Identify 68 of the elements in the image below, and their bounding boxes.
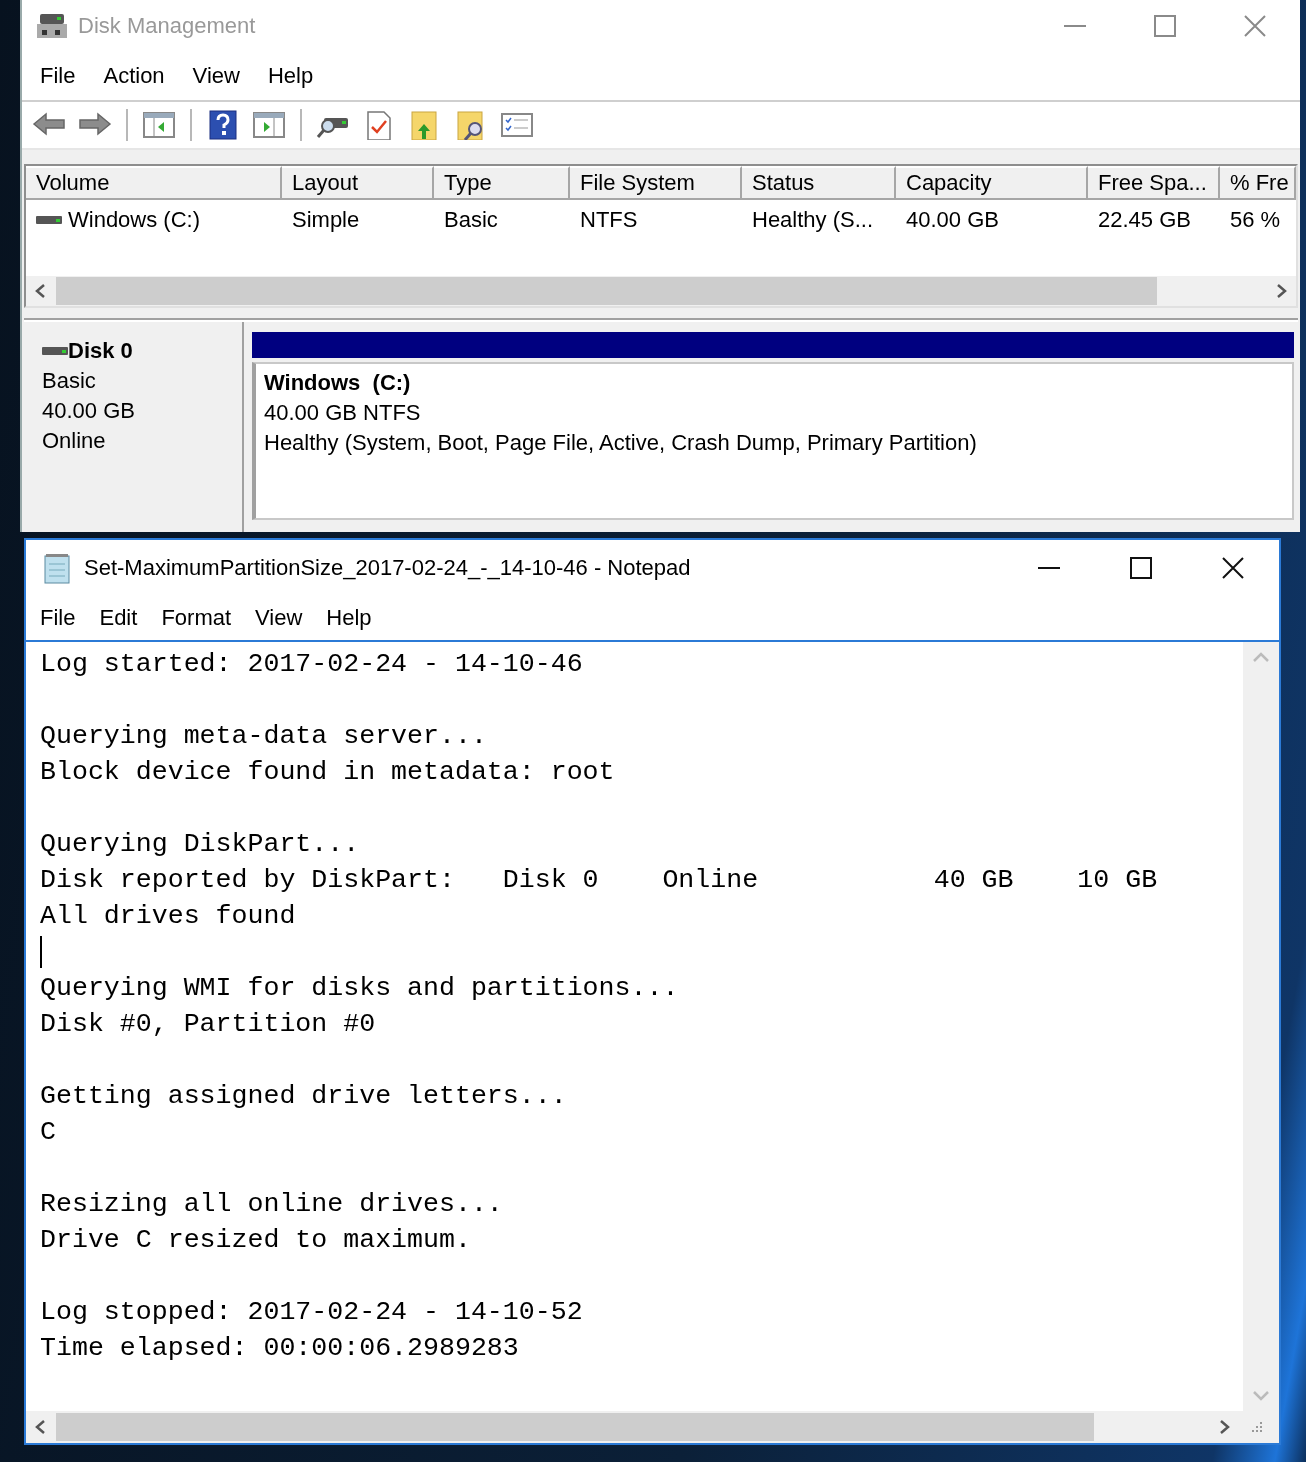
log-line: Time elapsed: 00:00:06.2989283 bbox=[40, 1332, 520, 1365]
log-line: Querying DiskPart... bbox=[40, 828, 361, 861]
maximize-icon bbox=[1129, 556, 1153, 580]
menu-item[interactable]: Action bbox=[89, 61, 179, 91]
menu-item[interactable]: Edit bbox=[87, 603, 150, 633]
close-icon bbox=[1221, 556, 1245, 580]
column-header[interactable]: Type bbox=[434, 166, 570, 200]
window-title: Set-MaximumPartitionSize_2017-02-24_-_14-10-46 - Notepad bbox=[84, 555, 691, 581]
drive-icon bbox=[36, 12, 68, 40]
minimize-icon bbox=[1064, 25, 1086, 27]
table-cell-text: 22.45 GB bbox=[1097, 207, 1192, 233]
menu-item[interactable]: File bbox=[28, 603, 88, 633]
log-line: C bbox=[40, 1116, 57, 1149]
partition-size: 40.00 GB NTFS bbox=[264, 399, 422, 427]
log-line: All drives found bbox=[40, 900, 297, 933]
column-header[interactable]: Capacity bbox=[896, 166, 1088, 200]
log-line: Log started: 2017-02-24 - 14-10-46 bbox=[40, 648, 584, 681]
horizontal-scrollbar[interactable] bbox=[26, 276, 1296, 306]
column-header[interactable]: File System bbox=[570, 166, 742, 200]
menu-item[interactable]: File bbox=[26, 61, 90, 91]
log-line: Drive C resized to maximum. bbox=[40, 1224, 472, 1257]
table-cell-text: 40.00 GB bbox=[905, 207, 1000, 233]
log-line: Block device found in metadata: root bbox=[40, 756, 616, 789]
column-header[interactable]: % Fre bbox=[1220, 166, 1296, 200]
maximize-icon bbox=[1153, 14, 1177, 38]
menu-item[interactable]: Format bbox=[149, 603, 244, 633]
table-cell-text: Healthy (S... bbox=[751, 207, 875, 233]
window-title: Disk Management bbox=[78, 13, 256, 39]
disk-status: Online bbox=[42, 427, 107, 455]
log-line: Querying meta-data server... bbox=[40, 720, 488, 753]
log-line: Disk #0, Partition #0 bbox=[40, 1008, 377, 1041]
menu-item[interactable]: Help bbox=[314, 603, 384, 633]
column-header[interactable]: Layout bbox=[282, 166, 434, 200]
menu-item[interactable]: Help bbox=[253, 61, 328, 91]
disk-name: Disk 0 bbox=[68, 337, 133, 365]
partition-block[interactable]: Windows (C:) 40.00 GB NTFS Healthy (System, Boot, Page File, Active, Crash Dump, Primary Partition) bbox=[252, 362, 1294, 520]
table-cell-text: 56 % bbox=[1229, 207, 1282, 233]
drive-icon bbox=[42, 344, 68, 358]
partition-name: Windows (C:) bbox=[264, 369, 412, 397]
table-cell-text: NTFS bbox=[579, 207, 639, 233]
table-cell-text: Simple bbox=[291, 207, 361, 233]
column-header[interactable]: Volume bbox=[26, 166, 282, 200]
partition-status: Healthy (System, Boot, Page File, Active, Crash Dump, Primary Partition) bbox=[264, 429, 978, 457]
disk-size: 40.00 GB bbox=[42, 397, 136, 425]
notepad-icon bbox=[42, 552, 72, 584]
checklist-icon bbox=[500, 110, 534, 140]
drive-icon bbox=[36, 213, 62, 227]
log-line: Disk reported by DiskPart: Disk 0 Online 40 GB 10 GB bbox=[40, 864, 1159, 897]
log-line: Querying WMI for disks and partitions... bbox=[40, 972, 680, 1005]
resize-grip-icon bbox=[1250, 1420, 1264, 1434]
log-line: Log stopped: 2017-02-24 - 14-10-52 bbox=[40, 1296, 584, 1329]
column-header[interactable]: Status bbox=[742, 166, 896, 200]
panel-icon bbox=[252, 110, 286, 140]
log-line: Getting assigned drive letters... bbox=[40, 1080, 568, 1113]
minimize-icon bbox=[1038, 567, 1060, 569]
scrollbar-thumb[interactable] bbox=[56, 1413, 1094, 1441]
help-icon bbox=[206, 110, 240, 140]
scrollbar-thumb[interactable] bbox=[56, 277, 1158, 305]
menu-item[interactable]: View bbox=[178, 61, 254, 91]
table-cell: Windows (C:) bbox=[68, 207, 200, 233]
table-cell-text: Basic bbox=[443, 207, 499, 233]
menu-item[interactable]: View bbox=[243, 603, 315, 633]
log-line: Resizing all online drives... bbox=[40, 1188, 504, 1221]
horizontal-scrollbar[interactable] bbox=[26, 1411, 1279, 1443]
disk-type: Basic bbox=[42, 367, 97, 395]
panel-icon bbox=[142, 110, 176, 140]
column-header[interactable]: Free Spa... bbox=[1088, 166, 1220, 200]
close-icon bbox=[1243, 14, 1267, 38]
